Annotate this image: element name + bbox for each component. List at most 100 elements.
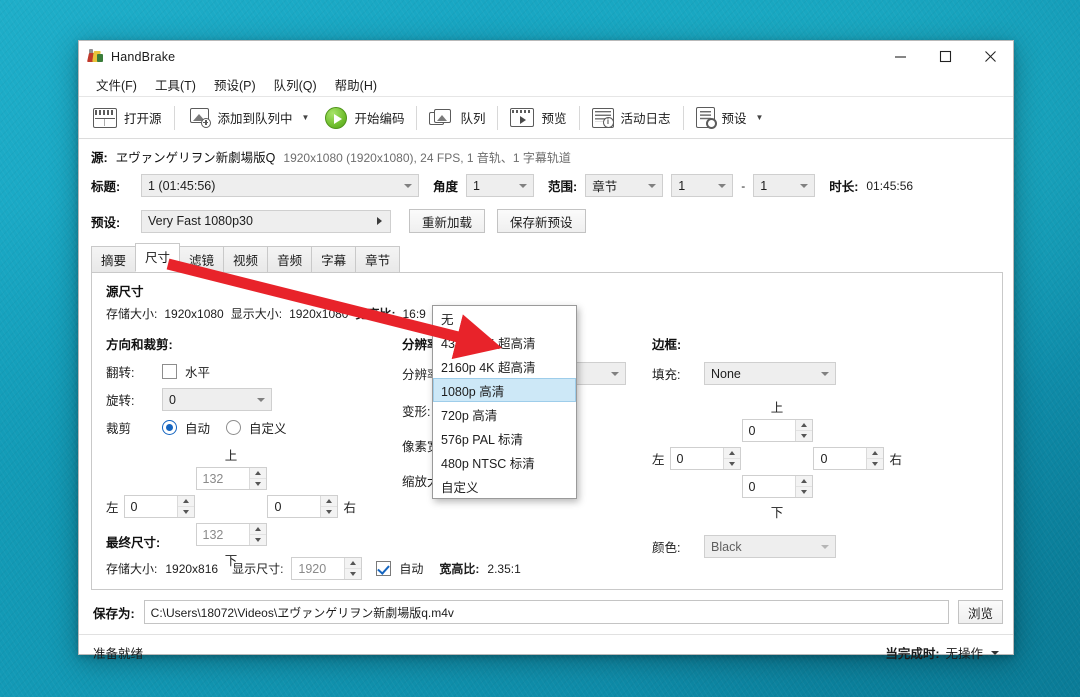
tab-subtitles[interactable]: 字幕 [311, 246, 356, 273]
spin-up-icon[interactable] [250, 468, 266, 478]
tab-chapters[interactable]: 章节 [355, 246, 400, 273]
spin-up-icon[interactable] [321, 496, 337, 506]
open-source-button[interactable]: 打开源 [85, 101, 170, 135]
dropdown-option-none[interactable]: 无 [433, 306, 576, 330]
color-select[interactable]: Black [704, 535, 836, 558]
pad-left-stepper[interactable]: 0 [670, 447, 741, 470]
source-label: 源: [91, 147, 108, 166]
crop-left-spin-buttons[interactable] [177, 496, 194, 517]
angle-select[interactable]: 1 [466, 174, 534, 197]
final-auto-label: 自动 [399, 560, 423, 577]
duration-value: 01:45:56 [866, 179, 913, 193]
chapter-start-select[interactable]: 1 [671, 174, 733, 197]
crop-right-value: 0 [268, 496, 320, 517]
dropdown-option-480p[interactable]: 480p NTSC 标清 [433, 450, 576, 474]
crop-top-spin-buttons[interactable] [249, 468, 266, 489]
chapter-end-select[interactable]: 1 [753, 174, 815, 197]
crop-left-stepper[interactable]: 0 [124, 495, 195, 518]
preset-row: 预设: Very Fast 1080p30 重新加载 保存新预设 [79, 201, 1013, 237]
close-icon[interactable] [968, 41, 1013, 72]
menu-presets[interactable]: 预设(P) [205, 72, 265, 97]
pad-top-stepper[interactable]: 0 [742, 419, 813, 442]
spin-up-icon[interactable] [178, 496, 194, 506]
save-path-input[interactable]: C:\Users\18072\Videos\ヱヴァンゲリヲン新劇場版q.m4v [144, 600, 949, 624]
spin-down-icon[interactable] [796, 486, 812, 497]
spin-up-icon[interactable] [867, 448, 883, 458]
dropdown-option-1080p[interactable]: 1080p 高清 [433, 378, 576, 402]
crop-top-stepper[interactable]: 132 [196, 467, 267, 490]
dropdown-option-2160p[interactable]: 2160p 4K 超高清 [433, 354, 576, 378]
dropdown-option-720p[interactable]: 720p 高清 [433, 402, 576, 426]
spin-down-icon[interactable] [867, 458, 883, 469]
rotate-select[interactable]: 0 [162, 388, 272, 411]
maximize-icon[interactable] [923, 41, 968, 72]
preset-select[interactable]: Very Fast 1080p30 [141, 210, 391, 233]
chevron-down-icon[interactable]: ▼ [302, 113, 310, 122]
start-encode-button[interactable]: 开始编码 [317, 101, 412, 135]
tab-dimensions[interactable]: 尺寸 [135, 243, 180, 272]
crop-right-stepper[interactable]: 0 [267, 495, 338, 518]
title-row: 标题: 1 (01:45:56) 角度 1 范围: 章节 1 - 1 [79, 170, 1013, 201]
final-display-spin-buttons[interactable] [344, 558, 361, 579]
tab-video[interactable]: 视频 [223, 246, 268, 273]
padding-select[interactable]: None [704, 362, 836, 385]
add-to-queue-button[interactable]: 添加到队列中 ▼ [179, 101, 318, 135]
menu-queue[interactable]: 队列(Q) [265, 72, 326, 97]
tab-audio[interactable]: 音频 [267, 246, 312, 273]
angle-select-value: 1 [473, 179, 480, 193]
reload-preset-button[interactable]: 重新加载 [409, 209, 485, 233]
source-aspect-label: 宽高比: [355, 305, 395, 322]
pad-bottom-stepper[interactable]: 0 [742, 475, 813, 498]
tab-summary[interactable]: 摘要 [91, 246, 136, 273]
save-new-preset-button[interactable]: 保存新预设 [497, 209, 586, 233]
padding-row: 填充: None [652, 362, 952, 385]
spin-up-icon[interactable] [345, 558, 361, 568]
final-aspect-value: 2.35:1 [487, 562, 520, 576]
dropdown-option-custom[interactable]: 自定义 [433, 474, 576, 498]
presets-button[interactable]: 预设 ▼ [688, 101, 772, 135]
final-auto-checkbox[interactable] [376, 561, 391, 576]
spin-down-icon[interactable] [724, 458, 740, 469]
spin-down-icon[interactable] [250, 478, 266, 489]
pad-right-stepper[interactable]: 0 [813, 447, 884, 470]
spin-down-icon[interactable] [178, 506, 194, 517]
pad-top-spin-buttons[interactable] [795, 420, 812, 441]
spin-down-icon[interactable] [321, 506, 337, 517]
dropdown-option-4320p[interactable]: 4320p 8K 超高清 [433, 330, 576, 354]
spin-down-icon[interactable] [796, 430, 812, 441]
pad-left-spin-buttons[interactable] [723, 448, 740, 469]
spin-up-icon[interactable] [796, 420, 812, 430]
pad-bottom-spin-buttons[interactable] [795, 476, 812, 497]
queue-button[interactable]: 队列 [421, 101, 493, 135]
pad-right-spin-buttons[interactable] [866, 448, 883, 469]
menu-file[interactable]: 文件(F) [87, 72, 146, 97]
browse-button[interactable]: 浏览 [958, 600, 1003, 624]
menu-tools[interactable]: 工具(T) [146, 72, 205, 97]
crop-auto-label: 自动 [185, 418, 210, 437]
crop-custom-radio[interactable] [226, 420, 241, 435]
dropdown-option-576p[interactable]: 576p PAL 标清 [433, 426, 576, 450]
preview-button[interactable]: 预览 [502, 101, 574, 135]
final-storage-label: 存储大小: [106, 560, 157, 577]
crop-auto-radio[interactable] [162, 420, 177, 435]
spin-up-icon[interactable] [796, 476, 812, 486]
final-display-stepper[interactable]: 1920 [291, 557, 362, 580]
spin-down-icon[interactable] [345, 568, 361, 579]
when-done-group[interactable]: 当完成时: 无操作 [885, 643, 999, 662]
spin-up-icon[interactable] [724, 448, 740, 458]
add-image-icon [187, 108, 211, 128]
chevron-down-icon[interactable] [991, 651, 999, 655]
minimize-icon[interactable] [878, 41, 923, 72]
menu-help[interactable]: 帮助(H) [326, 72, 386, 97]
presets-chevron-down-icon[interactable]: ▼ [756, 113, 764, 122]
resolution-limit-dropdown[interactable]: 无 4320p 8K 超高清 2160p 4K 超高清 1080p 高清 720… [432, 305, 577, 499]
presets-label: 预设 [722, 108, 747, 127]
activity-log-button[interactable]: i 活动日志 [584, 101, 679, 135]
toolbar-divider-1 [174, 106, 175, 130]
crop-right-spin-buttons[interactable] [320, 496, 337, 517]
range-select[interactable]: 章节 [585, 174, 663, 197]
final-display-value: 1920 [292, 558, 344, 579]
flip-horizontal-checkbox[interactable] [162, 364, 177, 379]
title-select[interactable]: 1 (01:45:56) [141, 174, 419, 197]
tab-filters[interactable]: 滤镜 [179, 246, 224, 273]
